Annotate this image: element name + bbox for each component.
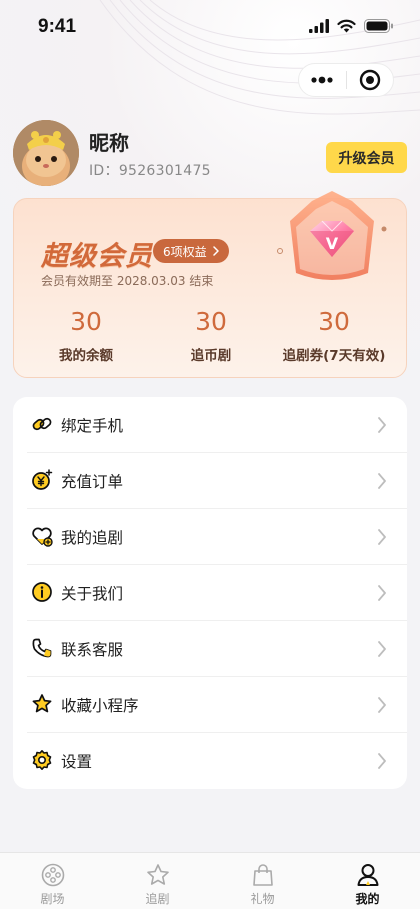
chevron-right-icon bbox=[378, 473, 386, 489]
cat-avatar-icon bbox=[13, 120, 79, 186]
tab-label: 我的 bbox=[355, 892, 380, 906]
menu-item-bind-phone[interactable]: 绑定手机 bbox=[13, 397, 407, 453]
heart-plus-icon bbox=[32, 527, 53, 547]
wifi-icon bbox=[337, 19, 356, 33]
svg-text:V: V bbox=[326, 234, 339, 253]
chevron-right-icon bbox=[378, 529, 386, 545]
tab-label: 礼物 bbox=[250, 892, 275, 906]
battery-icon bbox=[364, 19, 393, 33]
stat-value: 30 bbox=[318, 307, 350, 336]
tab-theater[interactable]: 剧场 bbox=[0, 853, 105, 909]
info-icon bbox=[32, 582, 52, 602]
nickname[interactable]: 昵称 bbox=[89, 127, 129, 156]
menu-item-contact-support[interactable]: 联系客服 bbox=[13, 621, 407, 677]
chevron-right-icon bbox=[212, 246, 219, 256]
tab-label: 剧场 bbox=[40, 892, 65, 906]
vip-stats: 30 我的余额 30 追币剧 30 追剧券(7天有效) bbox=[14, 307, 408, 367]
stat-value: 30 bbox=[70, 307, 102, 336]
chevron-right-icon bbox=[378, 585, 386, 601]
tab-follow[interactable]: 追剧 bbox=[105, 853, 210, 909]
stat-label: 我的余额 bbox=[59, 348, 113, 364]
menu-item-favorite-miniprogram[interactable]: 收藏小程序 bbox=[13, 677, 407, 733]
user-id-label: ID： bbox=[89, 163, 119, 179]
menu-item-recharge-orders[interactable]: 充值订单 bbox=[13, 453, 407, 509]
avatar[interactable] bbox=[13, 120, 79, 186]
bottom-tab-bar: 剧场 追剧 礼物 我的 bbox=[0, 852, 420, 909]
menu-item-settings[interactable]: 设置 bbox=[13, 733, 407, 789]
gift-bag-icon bbox=[253, 864, 273, 886]
vip-rights-label: 6项权益 bbox=[163, 244, 207, 259]
stat-label: 追剧券(7天有效) bbox=[282, 348, 386, 364]
vip-rights-button[interactable]: 6项权益 bbox=[153, 239, 229, 263]
phone-icon bbox=[32, 638, 52, 658]
vip-title: 超级会员 bbox=[41, 241, 153, 272]
vip-crown-icon: V bbox=[277, 191, 387, 280]
vip-expire-text: 会员有效期至 2028.03.03 结束 bbox=[41, 274, 214, 288]
yen-coin-icon bbox=[32, 469, 53, 490]
status-icons bbox=[309, 19, 394, 33]
menu-item-label: 关于我们 bbox=[61, 585, 124, 603]
user-id-value: 9526301475 bbox=[118, 163, 211, 179]
miniprogram-capsule bbox=[298, 63, 394, 97]
star-tab-icon bbox=[147, 864, 169, 885]
target-close-icon bbox=[359, 69, 380, 91]
menu-item-label: 绑定手机 bbox=[61, 417, 124, 435]
chevron-right-icon bbox=[378, 697, 386, 713]
cellular-signal-icon bbox=[309, 19, 329, 33]
vip-card[interactable]: 超级会员 6项权益 会员有效期至 2028.03.03 结束 V 30 我的余额… bbox=[13, 191, 408, 378]
link-icon bbox=[32, 417, 52, 431]
stat-drama-vouchers[interactable]: 30 追剧券(7天有效) bbox=[264, 307, 404, 364]
film-reel-icon bbox=[41, 863, 65, 887]
person-icon bbox=[357, 864, 379, 886]
menu-item-label: 联系客服 bbox=[61, 641, 124, 659]
menu-item-label: 设置 bbox=[61, 753, 93, 771]
chevron-right-icon bbox=[378, 753, 386, 769]
status-bar: 9:41 bbox=[0, 0, 420, 56]
settings-menu: 绑定手机 充值订单 我的追剧 关于我们 联系客服 收藏小程序 设置 bbox=[13, 397, 407, 789]
upgrade-vip-button[interactable]: 升级会员 bbox=[326, 142, 407, 173]
stat-label: 追币剧 bbox=[190, 348, 232, 364]
user-id: ID：9526301475 bbox=[89, 160, 211, 180]
tab-gifts[interactable]: 礼物 bbox=[210, 853, 315, 909]
chevron-right-icon bbox=[378, 417, 386, 433]
status-time: 9:41 bbox=[38, 16, 77, 37]
menu-item-label: 收藏小程序 bbox=[61, 697, 139, 715]
menu-item-label: 我的追剧 bbox=[61, 529, 124, 547]
tab-mine[interactable]: 我的 bbox=[315, 853, 420, 909]
chevron-right-icon bbox=[378, 641, 386, 657]
stat-coin-dramas[interactable]: 30 追币剧 bbox=[141, 307, 281, 364]
more-dots-icon bbox=[311, 76, 333, 84]
menu-item-about-us[interactable]: 关于我们 bbox=[13, 565, 407, 621]
tab-label: 追剧 bbox=[145, 892, 170, 906]
star-icon bbox=[32, 694, 52, 713]
more-button[interactable] bbox=[299, 64, 346, 96]
menu-item-my-dramas[interactable]: 我的追剧 bbox=[13, 509, 407, 565]
gear-icon bbox=[32, 750, 52, 770]
close-miniprogram-button[interactable] bbox=[347, 64, 394, 96]
stat-balance[interactable]: 30 我的余额 bbox=[16, 307, 156, 364]
menu-item-label: 充值订单 bbox=[61, 473, 124, 491]
stat-value: 30 bbox=[195, 307, 227, 336]
